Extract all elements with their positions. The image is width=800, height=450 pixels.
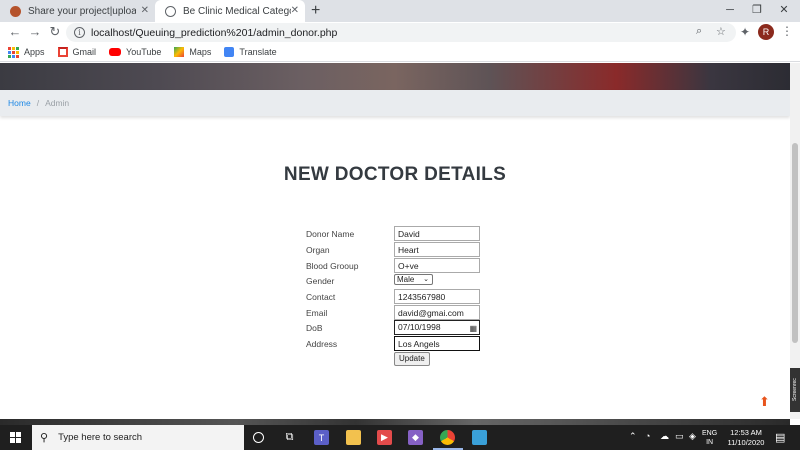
bookmark-label: Maps	[189, 47, 212, 57]
bookmark-maps[interactable]: Maps	[174, 47, 211, 57]
globe-icon	[165, 5, 176, 17]
donor-name-input[interactable]	[394, 226, 480, 241]
tab-favicon-icon	[10, 5, 21, 17]
email-label: Email	[306, 308, 328, 318]
zoom-icon[interactable]: ⌕	[696, 25, 702, 38]
breadcrumb-current: Admin	[45, 98, 70, 108]
browser-toolbar: ← → ↻ i localhost/Queuing_prediction%201…	[0, 22, 800, 43]
dropbox-icon[interactable]: ◈	[689, 431, 696, 442]
donor-name-label: Donor Name	[306, 229, 355, 239]
clock-date: 11/10/2020	[727, 438, 765, 447]
calendar-icon[interactable]: ▦	[469, 322, 477, 335]
bookmark-apps[interactable]: Apps	[8, 46, 45, 58]
file-explorer-icon[interactable]	[346, 430, 361, 445]
battery-icon[interactable]: ▭	[675, 431, 684, 442]
maps-icon	[174, 47, 185, 57]
address-bar[interactable]: i localhost/Queuing_prediction%201/admin…	[66, 23, 736, 42]
bookmark-gmail[interactable]: Gmail	[57, 47, 97, 57]
apps-grid-icon	[8, 46, 19, 58]
blood-group-label: Blood Grooup	[306, 261, 359, 271]
scroll-to-top-arrow-icon[interactable]: ⬆	[759, 394, 770, 410]
youtube-icon	[109, 48, 122, 56]
windows-taskbar: ⚲ Type here to search ⧉ T ▶ ◆ ⌃ ◔ ☁ ▭ ◈ …	[0, 425, 800, 450]
bookmark-label: Gmail	[72, 47, 97, 57]
organ-label: Organ	[306, 245, 330, 255]
bookmarks-bar: Apps Gmail YouTube Maps Translate	[0, 43, 800, 62]
organ-input[interactable]	[394, 242, 480, 257]
update-button[interactable]: Update	[394, 352, 430, 366]
breadcrumb: Home / Admin	[0, 90, 790, 116]
action-center-icon[interactable]: ▤	[775, 431, 785, 444]
browser-tab-strip: Share your project|upload project ✕ Be C…	[0, 0, 800, 22]
visual-studio-icon[interactable]: ◆	[408, 430, 423, 445]
address-label: Address	[306, 339, 338, 349]
tray-overflow-icon[interactable]: ⌃	[629, 431, 637, 442]
hero-banner-image	[0, 63, 790, 90]
profile-avatar[interactable]: R	[758, 24, 774, 40]
cloud-sync-icon[interactable]: ☁	[660, 431, 669, 442]
bookmark-translate[interactable]: Translate	[224, 47, 277, 57]
email-input[interactable]	[394, 305, 480, 320]
taskbar-search-box[interactable]: ⚲ Type here to search	[32, 425, 244, 450]
tab-share-project[interactable]: Share your project|upload project ✕	[0, 0, 155, 22]
window-close-icon[interactable]: ✕	[772, 2, 796, 18]
contact-label: Contact	[306, 292, 336, 302]
bookmark-youtube[interactable]: YouTube	[109, 47, 161, 57]
gender-select[interactable]: Male ⌄	[394, 274, 433, 285]
forward-icon[interactable]: →	[27, 24, 43, 40]
restore-icon[interactable]: ❐	[745, 2, 769, 18]
screen: Share your project|upload project ✕ Be C…	[0, 0, 800, 450]
page-title: NEW DOCTOR DETAILS	[283, 164, 507, 185]
browser-menu-icon[interactable]: ⋮	[781, 24, 793, 38]
search-icon: ⚲	[40, 432, 49, 444]
page-scrollbar[interactable]	[790, 63, 800, 419]
chevron-down-icon: ⌄	[423, 276, 429, 283]
tab-close-icon[interactable]: ✕	[141, 5, 149, 17]
tab-title: Be Clinic Medical Category Boots	[183, 5, 291, 17]
windows-start-icon[interactable]	[10, 432, 21, 443]
new-tab-button[interactable]: +	[311, 2, 320, 20]
cortana-icon[interactable]	[253, 432, 264, 443]
url-text: localhost/Queuing_prediction%201/admin_d…	[91, 26, 338, 39]
notepad-icon[interactable]	[472, 430, 487, 445]
tab-be-clinic[interactable]: Be Clinic Medical Category Boots ✕	[155, 0, 305, 22]
dob-value: 07/10/1998	[398, 322, 441, 332]
extensions-puzzle-icon[interactable]: ✦	[740, 25, 750, 39]
minimize-icon[interactable]: ─	[718, 2, 742, 18]
scrollbar-thumb[interactable]	[792, 143, 798, 343]
bookmark-label: Translate	[239, 47, 277, 57]
gender-selected-value: Male	[397, 275, 415, 284]
address-input[interactable]	[394, 336, 480, 351]
blood-group-input[interactable]	[394, 258, 480, 273]
bookmark-label: YouTube	[126, 47, 162, 57]
translate-icon	[224, 47, 235, 57]
language-indicator[interactable]: ENG IN	[702, 429, 717, 447]
dob-label: DoB	[306, 323, 323, 333]
screen-recorder-icon[interactable]: ▶	[377, 430, 392, 445]
language-code: ENG	[702, 430, 718, 437]
taskbar-clock[interactable]: 12:53 AM 11/10/2020	[724, 428, 768, 448]
gender-label: Gender	[306, 276, 335, 286]
clock-time: 12:53 AM	[730, 428, 762, 437]
language-region: IN	[706, 439, 714, 446]
back-icon[interactable]: ←	[7, 24, 23, 40]
site-info-icon[interactable]: i	[74, 27, 85, 38]
tab-title: Share your project|upload project	[28, 5, 136, 17]
reload-icon[interactable]: ↻	[47, 24, 63, 40]
bookmark-label: Apps	[24, 47, 45, 57]
chrome-icon[interactable]	[440, 430, 455, 445]
teams-icon[interactable]: T	[314, 430, 329, 445]
breadcrumb-home-link[interactable]: Home	[8, 98, 31, 108]
bookmark-star-icon[interactable]: ☆	[716, 25, 726, 38]
tab-close-icon[interactable]: ✕	[291, 5, 299, 17]
network-icon[interactable]: ◔	[645, 431, 650, 441]
breadcrumb-separator: /	[36, 98, 40, 108]
taskbar-search-placeholder: Type here to search	[58, 432, 143, 443]
screenrec-badge[interactable]: Screenrec	[790, 368, 800, 412]
dob-date-input[interactable]: 07/10/1998 ▦	[394, 320, 480, 335]
contact-input[interactable]	[394, 289, 480, 304]
task-view-icon[interactable]: ⧉	[282, 430, 297, 445]
gmail-icon	[57, 47, 68, 57]
